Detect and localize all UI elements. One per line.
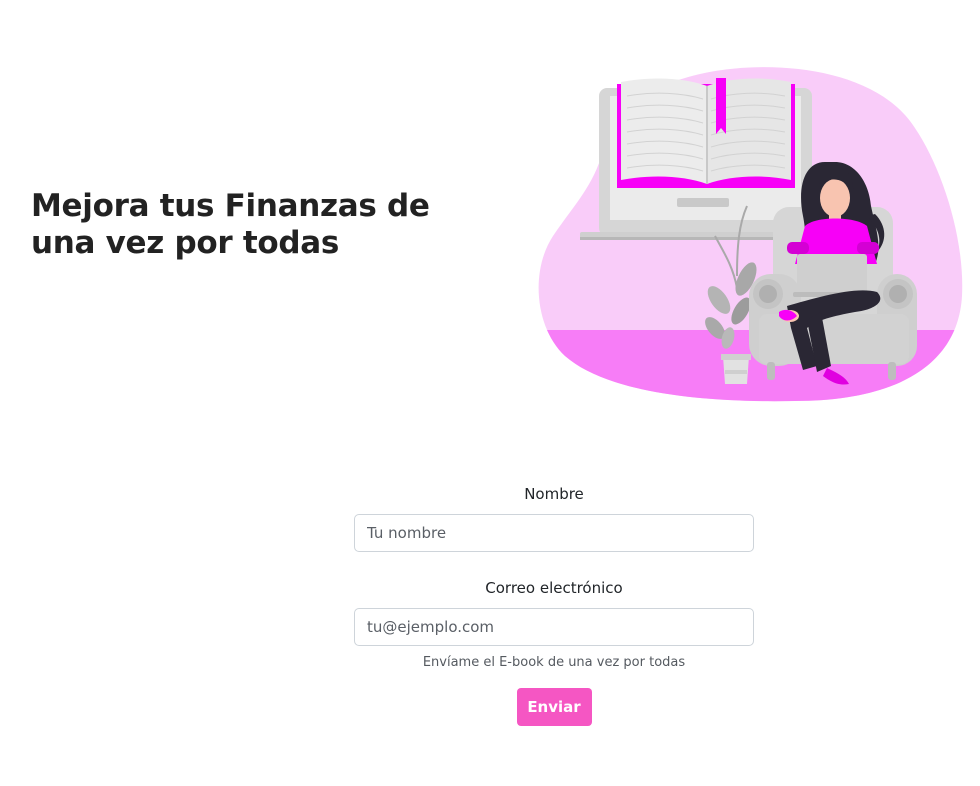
submit-button[interactable]: Enviar bbox=[516, 688, 592, 726]
landing-page: Mejora tus Finanzas de una vez por todas bbox=[0, 0, 980, 786]
hero-title: Mejora tus Finanzas de una vez por todas bbox=[31, 188, 430, 261]
open-book-icon bbox=[617, 78, 795, 188]
name-label: Nombre bbox=[524, 485, 584, 503]
email-label: Correo electrónico bbox=[485, 579, 623, 597]
ebook-request-form: Nombre Correo electrónico Envíame el E-b… bbox=[354, 480, 754, 726]
woman-reading-ebook-illustration bbox=[538, 67, 963, 402]
name-input[interactable] bbox=[354, 514, 754, 552]
email-help-text: Envíame el E-book de una vez por todas bbox=[422, 655, 686, 670]
email-input[interactable] bbox=[354, 608, 754, 646]
